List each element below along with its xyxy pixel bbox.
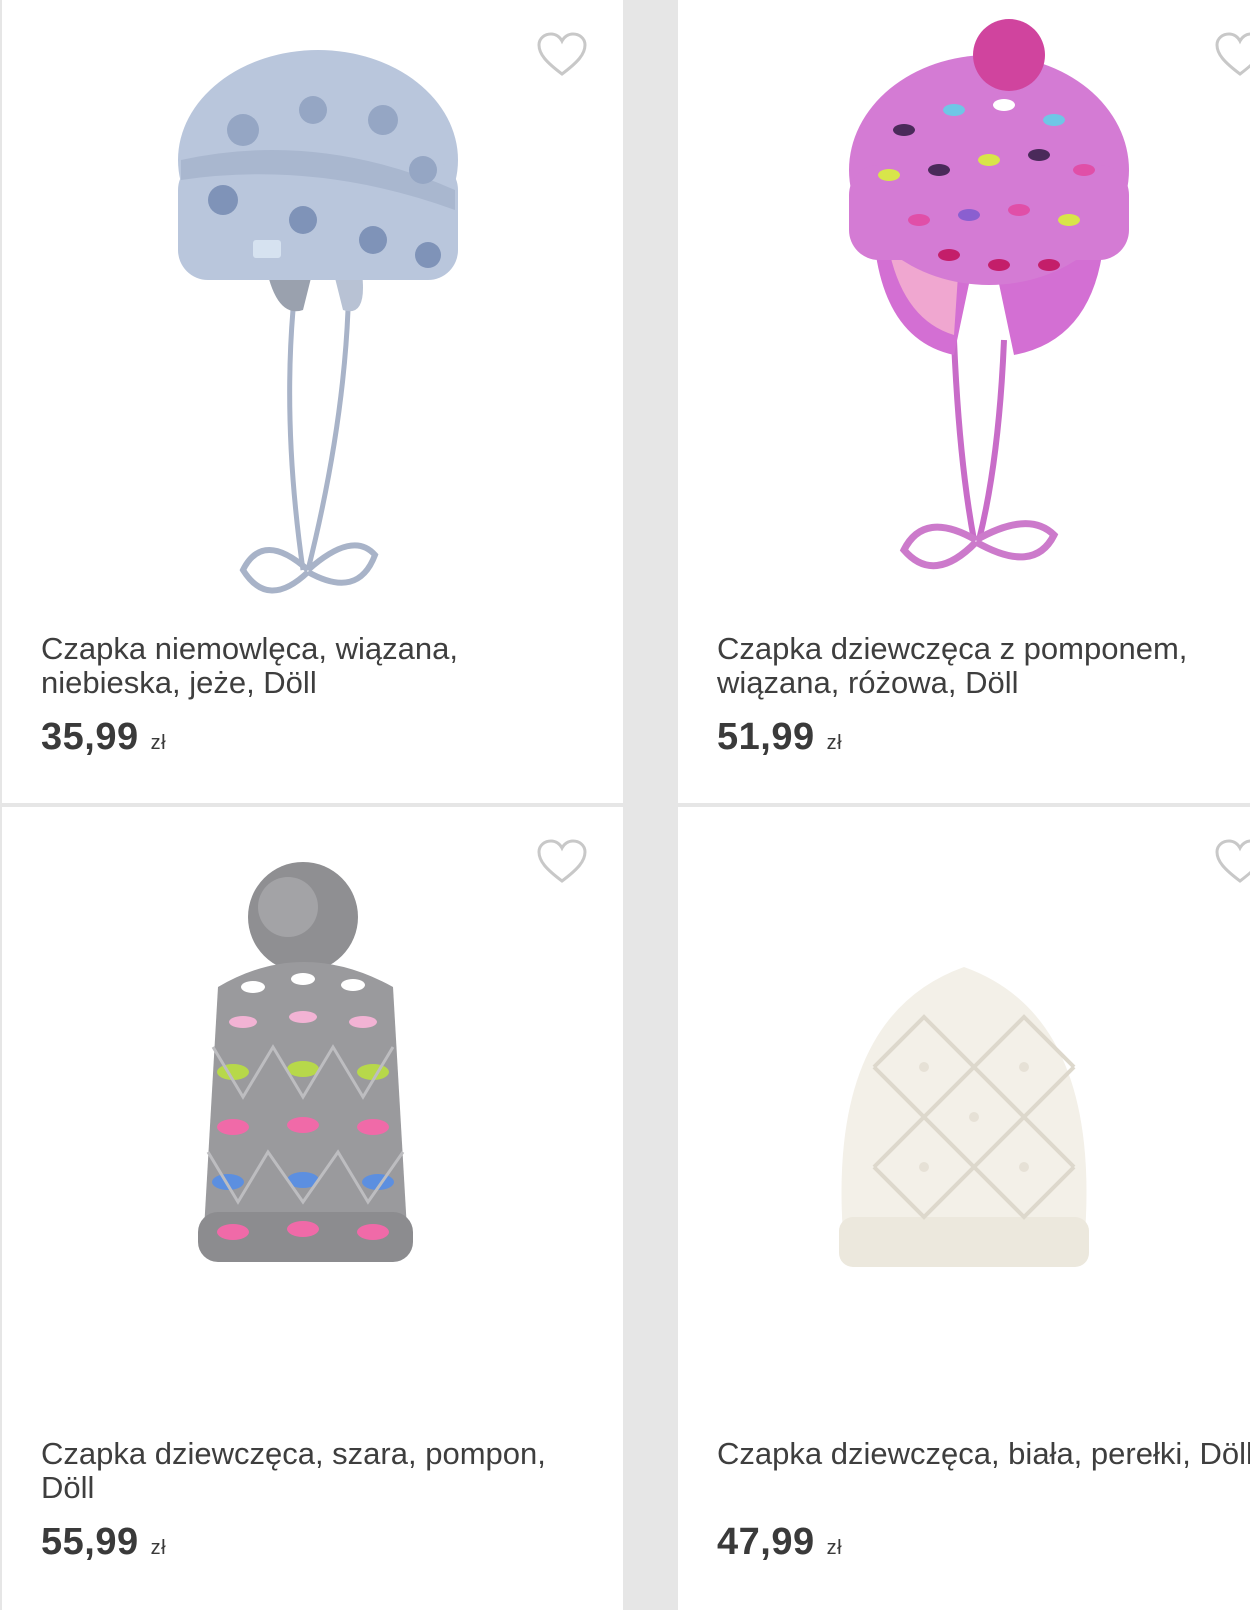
product-title[interactable]: Czapka dziewczęca, szara, pompon, Döll [41, 1437, 581, 1505]
product-image[interactable] [2, 807, 623, 1427]
price-currency: zł [826, 1537, 843, 1559]
favorite-heart-icon[interactable] [1214, 32, 1250, 78]
product-price: 55,99 zł [41, 1521, 166, 1564]
price-currency: zł [150, 1537, 167, 1559]
product-price: 47,99 zł [717, 1521, 842, 1564]
favorite-heart-icon[interactable] [536, 32, 588, 78]
price-value: 47,99 [717, 1521, 815, 1563]
product-card[interactable]: Czapka dziewczęca, szara, pompon, Döll 5… [0, 807, 623, 1610]
price-value: 51,99 [717, 716, 815, 758]
favorite-heart-icon[interactable] [1214, 839, 1250, 885]
product-image[interactable] [2, 0, 623, 620]
product-image[interactable] [678, 807, 1250, 1427]
product-title[interactable]: Czapka dziewczęca, biała, perełki, Döll [717, 1437, 1250, 1471]
product-image[interactable] [678, 0, 1250, 620]
product-title[interactable]: Czapka niemowlęca, wiązana, niebieska, j… [41, 632, 581, 700]
product-price: 35,99 zł [41, 716, 166, 759]
price-currency: zł [826, 732, 843, 754]
product-card[interactable]: Czapka dziewczęca z pomponem, wiązana, r… [678, 0, 1250, 803]
product-card[interactable]: Czapka dziewczęca, biała, perełki, Döll … [678, 807, 1250, 1610]
favorite-heart-icon[interactable] [536, 839, 588, 885]
price-value: 35,99 [41, 716, 139, 758]
product-title[interactable]: Czapka dziewczęca z pomponem, wiązana, r… [717, 632, 1250, 700]
price-currency: zł [150, 732, 167, 754]
product-card[interactable]: Czapka niemowlęca, wiązana, niebieska, j… [0, 0, 623, 803]
product-price: 51,99 zł [717, 716, 842, 759]
price-value: 55,99 [41, 1521, 139, 1563]
